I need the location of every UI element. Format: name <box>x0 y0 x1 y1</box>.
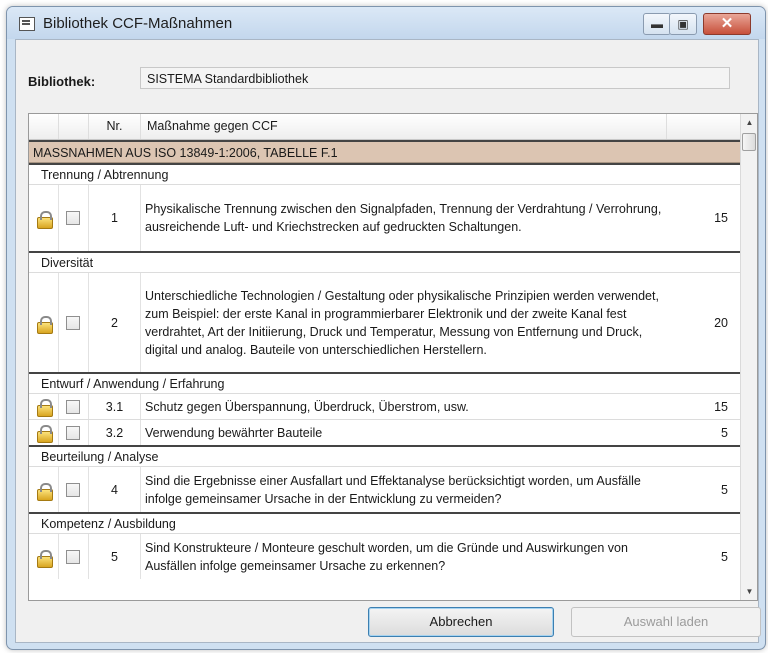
checkbox-cell <box>59 185 89 251</box>
scroll-thumb[interactable] <box>742 133 756 151</box>
app-icon <box>19 17 35 31</box>
row-points: 5 <box>721 549 728 564</box>
measures-table: Nr. Maßnahme gegen CCF MASSNAHMEN AUS IS… <box>28 113 758 601</box>
library-label: Bibliothek: <box>28 74 96 89</box>
row-measure: Unterschiedliche Technologien / Gestaltu… <box>145 288 659 357</box>
lock-cell <box>29 467 59 512</box>
row-nr: 5 <box>89 534 141 579</box>
lock-cell <box>29 185 59 251</box>
lock-icon <box>37 399 53 417</box>
load-selection-button[interactable]: Auswahl laden <box>571 607 761 637</box>
scroll-down-icon[interactable]: ▼ <box>741 583 757 600</box>
lock-cell <box>29 273 59 372</box>
table-row[interactable]: 5 Sind Konstrukteure / Monteure geschult… <box>29 533 740 579</box>
cancel-button[interactable]: Abbrechen <box>368 607 554 637</box>
row-points: 20 <box>714 315 728 330</box>
table-row[interactable]: 3.1 Schutz gegen Überspannung, Überdruck… <box>29 393 740 419</box>
header-lock-col[interactable] <box>29 114 59 139</box>
row-points: 5 <box>721 482 728 497</box>
row-nr: 3.2 <box>89 420 141 445</box>
row-nr: 2 <box>89 273 141 372</box>
table-body: MASSNAHMEN AUS ISO 13849-1:2006, TABELLE… <box>29 140 740 579</box>
table-row[interactable]: 2 Unterschiedliche Technologien / Gestal… <box>29 272 740 372</box>
select-checkbox[interactable] <box>66 316 80 330</box>
header-points[interactable] <box>667 114 740 139</box>
lock-icon <box>37 550 53 568</box>
lock-cell <box>29 420 59 445</box>
title-bar[interactable]: Bibliothek CCF-Maßnahmen ▬ ▣ ✕ <box>7 7 765 39</box>
section-header: MASSNAHMEN AUS ISO 13849-1:2006, TABELLE… <box>29 140 740 163</box>
lock-icon <box>37 211 53 229</box>
lock-icon <box>37 316 53 334</box>
select-checkbox[interactable] <box>66 211 80 225</box>
checkbox-cell <box>59 467 89 512</box>
scroll-up-icon[interactable]: ▲ <box>741 114 757 131</box>
minimize-button[interactable]: ▬ <box>643 13 671 35</box>
maximize-button[interactable]: ▣ <box>669 13 697 35</box>
row-measure: Sind Konstrukteure / Monteure geschult w… <box>145 540 628 573</box>
category-header: Entwurf / Anwendung / Erfahrung <box>29 372 740 393</box>
close-icon: ✕ <box>720 15 734 32</box>
table-row[interactable]: 3.2 Verwendung bewährter Bauteile 5 <box>29 419 740 445</box>
checkbox-cell <box>59 394 89 419</box>
select-checkbox[interactable] <box>66 426 80 440</box>
row-measure: Sind die Ergebnisse einer Ausfallart und… <box>145 473 641 506</box>
row-points: 15 <box>714 211 728 225</box>
row-nr: 4 <box>89 467 141 512</box>
row-points: 5 <box>721 425 728 440</box>
lock-icon <box>37 425 53 443</box>
lock-cell <box>29 534 59 579</box>
maximize-icon: ▣ <box>677 17 689 31</box>
header-measure[interactable]: Maßnahme gegen CCF <box>141 114 667 139</box>
category-header: Beurteilung / Analyse <box>29 445 740 466</box>
dialog-window: Bibliothek CCF-Maßnahmen ▬ ▣ ✕ Bibliothe… <box>6 6 766 650</box>
dialog-body: Bibliothek: SISTEMA Standardbibliothek N… <box>15 39 761 643</box>
select-checkbox[interactable] <box>66 400 80 414</box>
category-header: Diversität <box>29 251 740 272</box>
table-row[interactable]: 1 Physikalische Trennung zwischen den Si… <box>29 184 740 251</box>
library-field: SISTEMA Standardbibliothek <box>140 67 730 89</box>
checkbox-cell <box>59 420 89 445</box>
lock-cell <box>29 394 59 419</box>
close-button[interactable]: ✕ <box>703 13 751 35</box>
row-nr: 1 <box>89 185 141 251</box>
minimize-icon: ▬ <box>651 17 663 31</box>
header-check-col[interactable] <box>59 114 89 139</box>
table-row[interactable]: 4 Sind die Ergebnisse einer Ausfallart u… <box>29 466 740 512</box>
select-checkbox[interactable] <box>66 483 80 497</box>
category-header: Kompetenz / Ausbildung <box>29 512 740 533</box>
row-measure: Physikalische Trennung zwischen den Sign… <box>145 202 662 234</box>
checkbox-cell <box>59 534 89 579</box>
lock-icon <box>37 483 53 501</box>
row-nr: 3.1 <box>89 394 141 419</box>
row-measure: Schutz gegen Überspannung, Überdruck, Üb… <box>145 399 469 414</box>
header-nr[interactable]: Nr. <box>89 114 141 139</box>
select-checkbox[interactable] <box>66 550 80 564</box>
row-measure: Verwendung bewährter Bauteile <box>145 425 323 440</box>
vertical-scrollbar[interactable]: ▲ ▼ <box>740 114 757 600</box>
window-title: Bibliothek CCF-Maßnahmen <box>43 15 233 32</box>
row-points: 15 <box>714 399 728 414</box>
checkbox-cell <box>59 273 89 372</box>
table-header: Nr. Maßnahme gegen CCF <box>29 114 740 140</box>
category-header: Trennung / Abtrennung <box>29 163 740 184</box>
